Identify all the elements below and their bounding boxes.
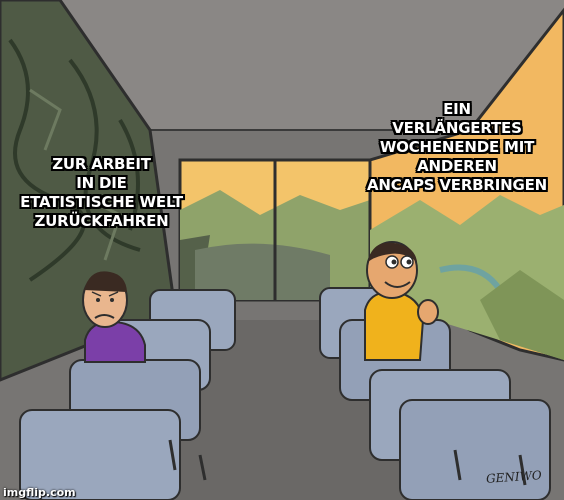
right-caption: EIN VERLÄNGERTES WOCHENENDE MIT ANDEREN … (366, 100, 548, 194)
meme-stage: ZUR ARBEIT IN DIE ETATISTISCHE WELT ZURÜ… (0, 0, 564, 500)
bus-scene-illustration (0, 0, 564, 500)
watermark: imgflip.com (3, 486, 76, 499)
left-caption: ZUR ARBEIT IN DIE ETATISTISCHE WELT ZURÜ… (20, 155, 183, 230)
